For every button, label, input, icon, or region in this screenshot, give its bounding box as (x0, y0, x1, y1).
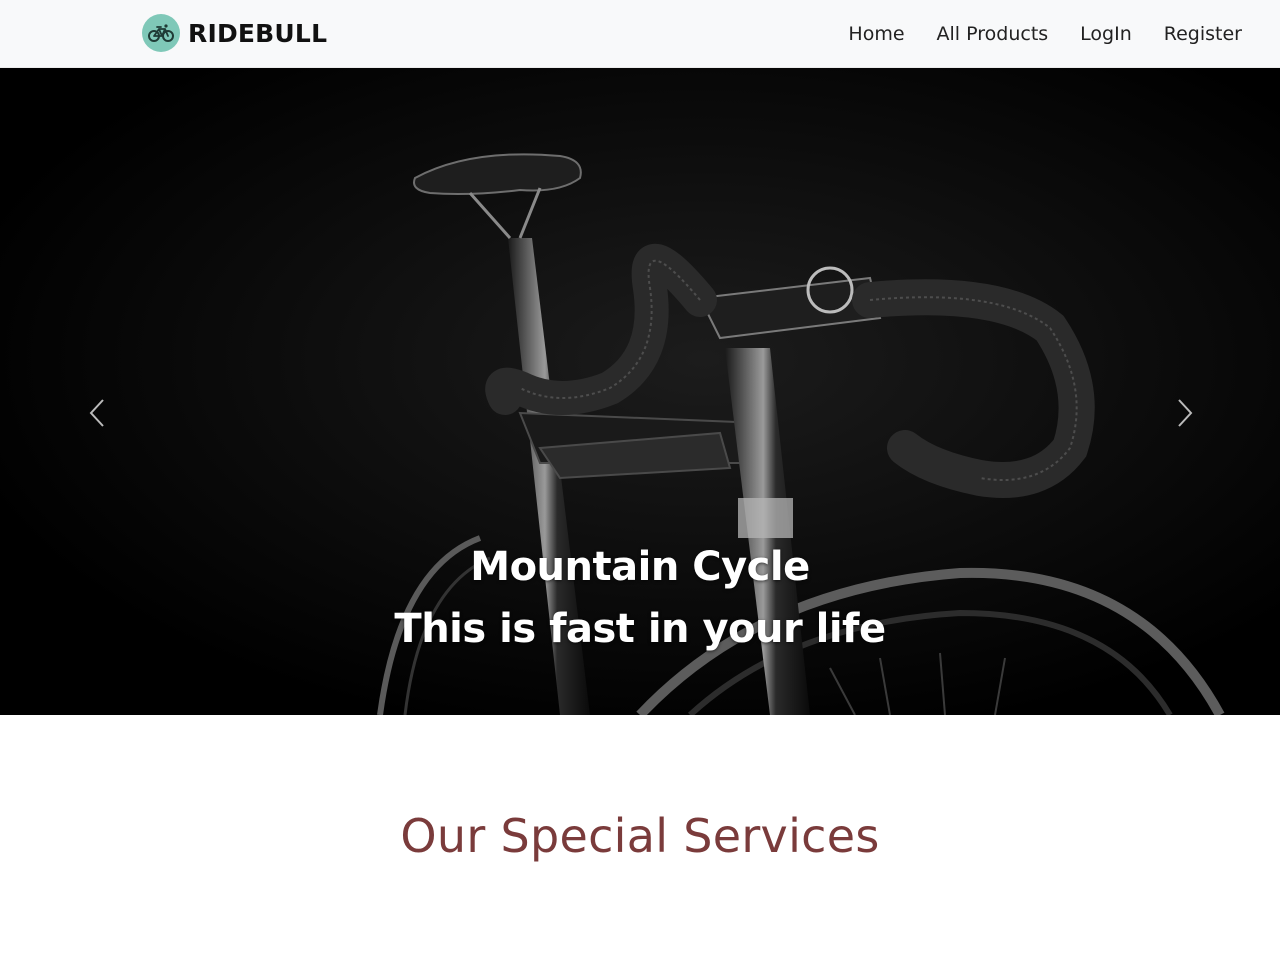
hero-carousel: Mountain Cycle This is fast in your life (0, 68, 1280, 715)
nav-home[interactable]: Home (848, 23, 904, 45)
hero-caption-subtitle: This is fast in your life (394, 606, 886, 652)
nav-login[interactable]: LogIn (1080, 23, 1132, 45)
bicycle-icon (142, 14, 180, 52)
carousel-next-button[interactable] (1170, 398, 1200, 428)
hero-caption: Mountain Cycle This is fast in your life (0, 536, 1280, 660)
carousel-prev-button[interactable] (82, 398, 112, 428)
nav-register[interactable]: Register (1164, 23, 1242, 45)
chevron-right-icon (1178, 399, 1193, 427)
nav-menu: Home All Products LogIn Register (816, 0, 1242, 68)
nav-all-products[interactable]: All Products (937, 23, 1049, 45)
services-section: Our Special Services (0, 715, 1280, 972)
chevron-left-icon (89, 399, 104, 427)
services-title: Our Special Services (400, 809, 880, 863)
hero-caption-title: Mountain Cycle (470, 544, 810, 590)
brand-name: RIDEBULL (188, 18, 328, 48)
top-navbar: RIDEBULL Home All Products LogIn Registe… (0, 0, 1280, 68)
brand-link[interactable]: RIDEBULL (142, 14, 327, 52)
